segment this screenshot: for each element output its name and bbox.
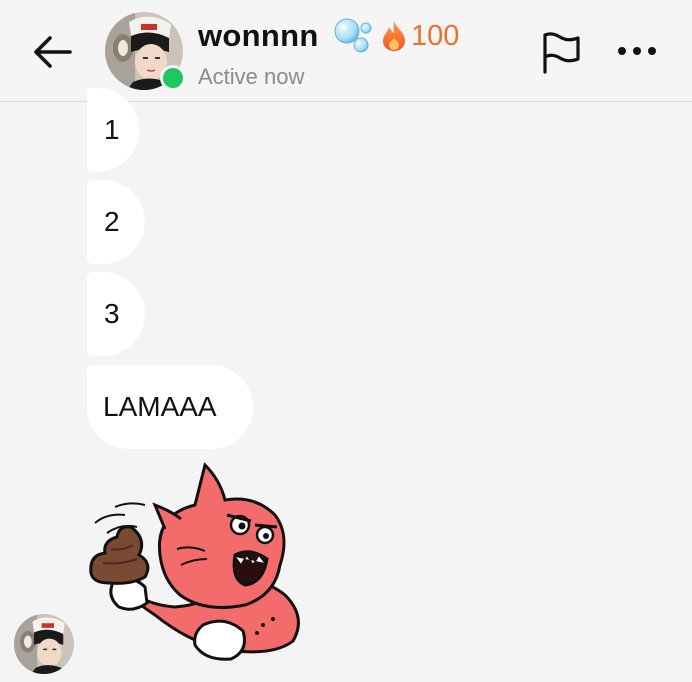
sender-avatar[interactable]	[14, 614, 74, 674]
message-bubble[interactable]: 3	[87, 272, 145, 356]
message-bubble[interactable]: 2	[87, 180, 145, 264]
back-button[interactable]	[30, 30, 78, 74]
chat-header: wonnnn 100 Active now	[0, 0, 692, 102]
active-status: Active now	[198, 64, 305, 89]
online-indicator	[160, 65, 186, 91]
streak-count: 100	[411, 20, 460, 52]
report-button[interactable]	[540, 30, 582, 74]
message-text: LAMAAA	[103, 391, 217, 422]
back-arrow-icon	[34, 36, 72, 68]
message-text: 3	[104, 298, 120, 329]
more-options-button[interactable]	[614, 36, 660, 66]
message-text: 1	[104, 114, 120, 145]
contact-avatar[interactable]	[105, 12, 186, 92]
message-text: 2	[104, 206, 120, 237]
flame-icon	[383, 21, 405, 51]
cat-sticker[interactable]	[85, 455, 310, 665]
flag-icon	[543, 32, 580, 74]
contact-name[interactable]: wonnnn	[198, 18, 319, 54]
more-icon	[618, 47, 656, 55]
bubbles-icon	[334, 18, 372, 53]
message-bubble[interactable]: LAMAAA	[87, 365, 253, 449]
